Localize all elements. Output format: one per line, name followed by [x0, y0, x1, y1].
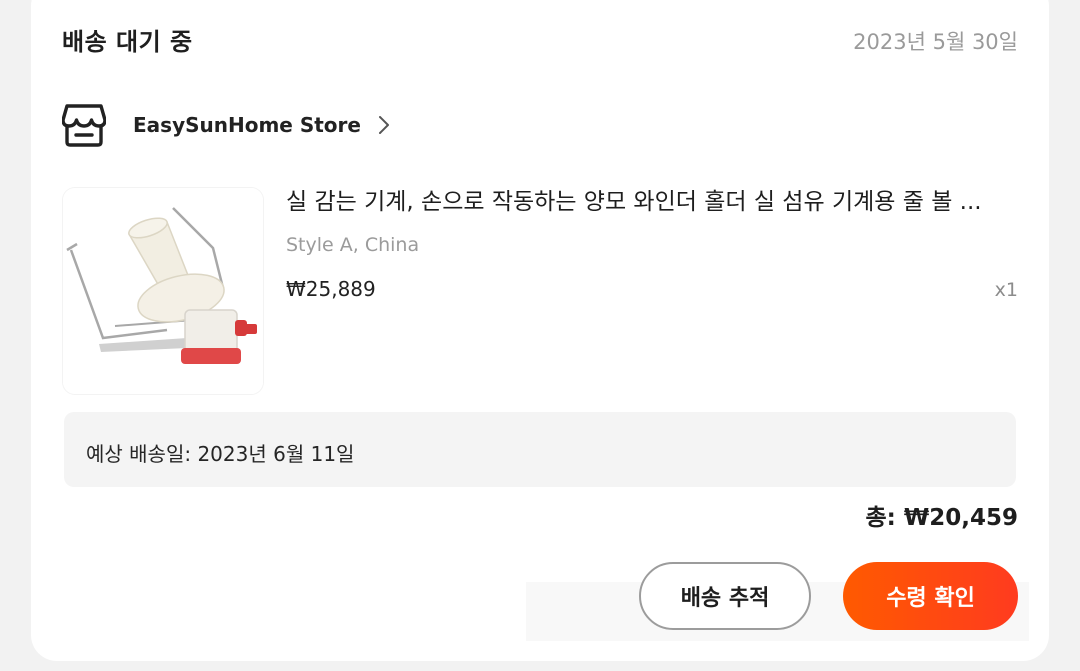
chevron-right-icon	[377, 114, 391, 136]
confirm-receipt-button[interactable]: 수령 확인	[843, 562, 1018, 630]
product-quantity: x1	[994, 279, 1018, 301]
product-price: ₩25,889	[286, 277, 376, 301]
delivery-estimate-text: 예상 배송일: 2023년 6월 11일	[86, 442, 355, 466]
track-shipment-button[interactable]: 배송 추적	[639, 562, 811, 630]
product-title[interactable]: 실 감는 기계, 손으로 작동하는 양모 와인더 홀더 실 섬유 기계용 줄 볼…	[286, 182, 1016, 216]
order-total: 총: ₩20,459	[865, 505, 1019, 531]
product-image[interactable]	[63, 188, 263, 394]
store-link[interactable]: EasySunHome Store	[61, 100, 391, 150]
yarn-winder-image	[63, 188, 263, 394]
order-date: 2023년 5월 30일	[853, 30, 1018, 54]
product-variant: Style A, China	[286, 234, 420, 256]
store-name: EasySunHome Store	[133, 113, 361, 137]
delivery-estimate-box: 예상 배송일: 2023년 6월 11일	[64, 412, 1016, 487]
order-status: 배송 대기 중	[62, 28, 193, 56]
store-icon	[61, 102, 107, 148]
